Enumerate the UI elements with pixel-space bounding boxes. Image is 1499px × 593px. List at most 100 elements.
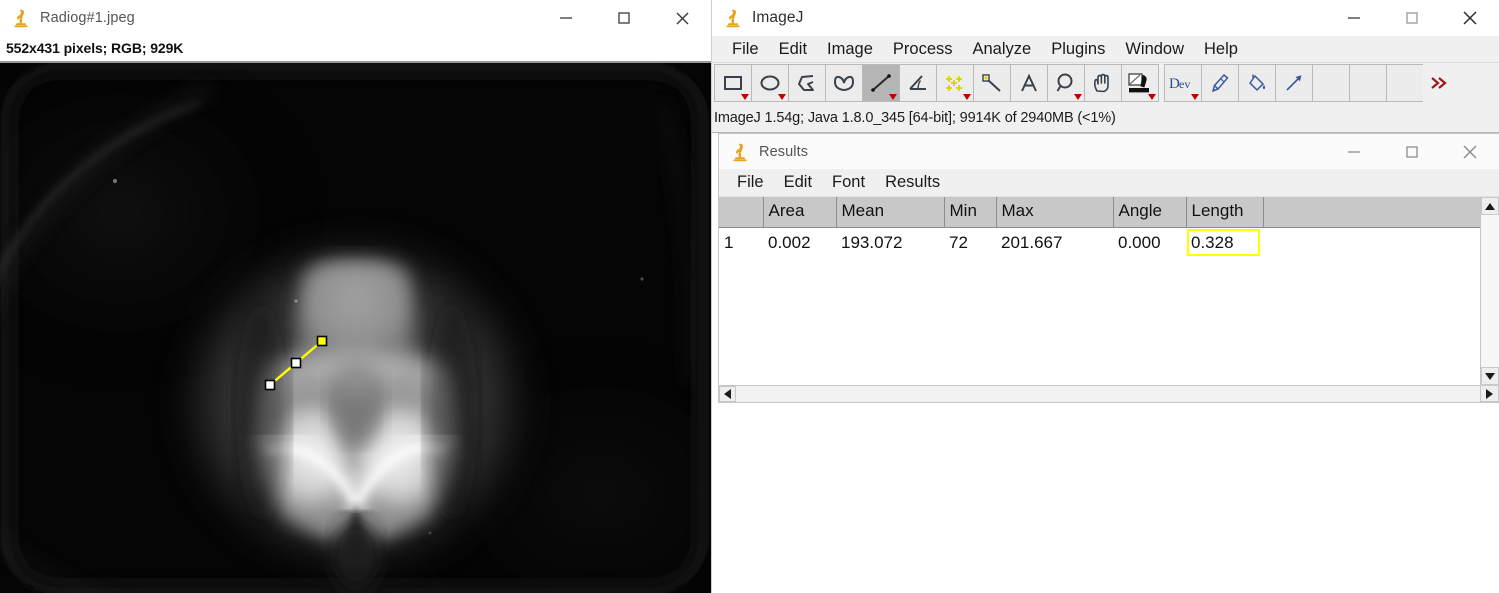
rectangle-tool[interactable] [714, 64, 752, 102]
imagej-status-bar: ImageJ 1.54g; Java 1.8.0_345 [64-bit]; 9… [712, 105, 1499, 131]
vertical-scroll-track[interactable] [1481, 215, 1499, 367]
column-header-max[interactable]: Max [996, 197, 1114, 228]
cell-max[interactable]: 201.667 [996, 227, 1113, 259]
empty-slot-1[interactable] [1312, 64, 1350, 102]
polygon-tool[interactable] [788, 64, 826, 102]
multi-point-tool[interactable] [936, 64, 974, 102]
horizontal-scroll-track[interactable] [737, 386, 1480, 402]
results-menu-file[interactable]: File [727, 169, 774, 196]
desktop-background [712, 403, 1499, 593]
menu-help[interactable]: Help [1194, 36, 1248, 63]
oval-tool[interactable] [751, 64, 789, 102]
table-header-row: Area Mean Min Max Angle Length [719, 197, 1480, 228]
cell-angle[interactable]: 0.000 [1113, 227, 1186, 259]
triangle-down-icon [1485, 372, 1495, 380]
chevron-down-icon[interactable] [741, 94, 749, 100]
column-header-index[interactable] [719, 197, 764, 228]
angle-tool[interactable] [899, 64, 937, 102]
column-header-mean[interactable]: Mean [836, 197, 945, 228]
cell-mean[interactable]: 193.072 [836, 227, 944, 259]
wand-tool[interactable] [973, 64, 1011, 102]
minimize-button[interactable] [1325, 134, 1383, 170]
empty-slot-2[interactable] [1349, 64, 1387, 102]
close-button[interactable] [653, 0, 711, 36]
close-button[interactable] [1441, 134, 1499, 170]
straight-line-tool[interactable] [862, 64, 900, 102]
scroll-left-button[interactable] [719, 386, 736, 402]
menu-analyze[interactable]: Analyze [963, 36, 1042, 63]
results-body: Area Mean Min Max Angle Length 1 0.002 1… [719, 197, 1499, 402]
scroll-right-button[interactable] [1480, 385, 1499, 402]
image-window-title: Radiog#1.jpeg [40, 10, 135, 26]
more-tools-button[interactable] [1423, 64, 1457, 102]
cell-min[interactable]: 72 [944, 227, 996, 259]
column-header-length[interactable]: Length [1186, 197, 1264, 228]
menu-file[interactable]: File [722, 36, 769, 63]
line-handle-mid[interactable] [290, 357, 302, 369]
scroll-up-button[interactable] [1481, 197, 1499, 215]
magnifier-tool[interactable] [1047, 64, 1085, 102]
dev-tool[interactable]: Dev [1164, 64, 1202, 102]
cell-length-value: 0.328 [1191, 232, 1234, 252]
chevron-down-icon[interactable] [963, 94, 971, 100]
close-button[interactable] [1441, 0, 1499, 36]
menu-window[interactable]: Window [1115, 36, 1194, 63]
microscope-icon [10, 7, 32, 29]
maximize-button[interactable] [595, 0, 653, 36]
results-menu-font[interactable]: Font [822, 169, 875, 196]
image-window-titlebar[interactable]: Radiog#1.jpeg [0, 0, 711, 36]
image-canvas[interactable] [0, 61, 711, 593]
results-menubar: File Edit Font Results [719, 169, 1499, 197]
cell-blank[interactable] [1263, 227, 1480, 259]
results-menu-edit[interactable]: Edit [774, 169, 822, 196]
menu-image[interactable]: Image [817, 36, 883, 63]
chevron-down-icon[interactable] [1191, 94, 1199, 100]
chevron-down-icon[interactable] [889, 94, 897, 100]
hand-tool[interactable] [1084, 64, 1122, 102]
minimize-button[interactable] [537, 0, 595, 36]
maximize-button[interactable] [1383, 0, 1441, 36]
chevron-down-icon[interactable] [1074, 94, 1082, 100]
chevron-down-icon[interactable] [1148, 94, 1156, 100]
cell-length-selected[interactable]: 0.328 [1186, 227, 1263, 259]
menu-edit[interactable]: Edit [769, 36, 817, 63]
svg-text:ev: ev [1179, 77, 1190, 91]
line-selection-overlay[interactable] [0, 63, 711, 593]
column-header-angle[interactable]: Angle [1113, 197, 1187, 228]
results-table: Area Mean Min Max Angle Length 1 0.002 1… [719, 197, 1480, 259]
cell-area[interactable]: 0.002 [763, 227, 836, 259]
results-menu-results[interactable]: Results [875, 169, 950, 196]
empty-slot-3[interactable] [1386, 64, 1424, 102]
image-window: Radiog#1.jpeg 552x431 pixels; RGB; 929K [0, 0, 712, 593]
results-vertical-scrollbar[interactable] [1480, 197, 1499, 385]
imagej-main-window: ImageJ File Edit Image Process Analyze P… [712, 0, 1499, 133]
chevron-down-icon[interactable] [778, 94, 786, 100]
minimize-button[interactable] [1325, 0, 1383, 36]
results-table-viewport[interactable]: Area Mean Min Max Angle Length 1 0.002 1… [719, 197, 1480, 385]
dropper-tool[interactable] [1121, 64, 1159, 102]
maximize-button[interactable] [1383, 134, 1441, 170]
brush-tool[interactable] [1201, 64, 1239, 102]
results-horizontal-scrollbar[interactable] [719, 385, 1480, 402]
imagej-title: ImageJ [752, 9, 804, 26]
menu-plugins[interactable]: Plugins [1041, 36, 1115, 63]
line-handles[interactable] [264, 335, 328, 391]
triangle-up-icon [1485, 202, 1495, 210]
results-titlebar[interactable]: Results [719, 134, 1499, 169]
arrow-tool[interactable] [1275, 64, 1313, 102]
cell-index[interactable]: 1 [719, 227, 763, 259]
line-handle-end[interactable] [316, 335, 328, 347]
menu-process[interactable]: Process [883, 36, 963, 63]
column-header-min[interactable]: Min [944, 197, 997, 228]
column-header-area[interactable]: Area [763, 197, 837, 228]
table-row[interactable]: 1 0.002 193.072 72 201.667 0.000 0.328 [719, 227, 1480, 259]
column-header-blank[interactable] [1263, 197, 1480, 228]
imagej-titlebar[interactable]: ImageJ [712, 0, 1499, 36]
text-tool[interactable] [1010, 64, 1048, 102]
flood-fill-tool[interactable] [1238, 64, 1276, 102]
microscope-icon [729, 141, 751, 163]
image-info-status: 552x431 pixels; RGB; 929K [0, 36, 711, 60]
scroll-down-button[interactable] [1481, 367, 1499, 385]
line-handle-start[interactable] [264, 379, 276, 391]
freehand-tool[interactable] [825, 64, 863, 102]
